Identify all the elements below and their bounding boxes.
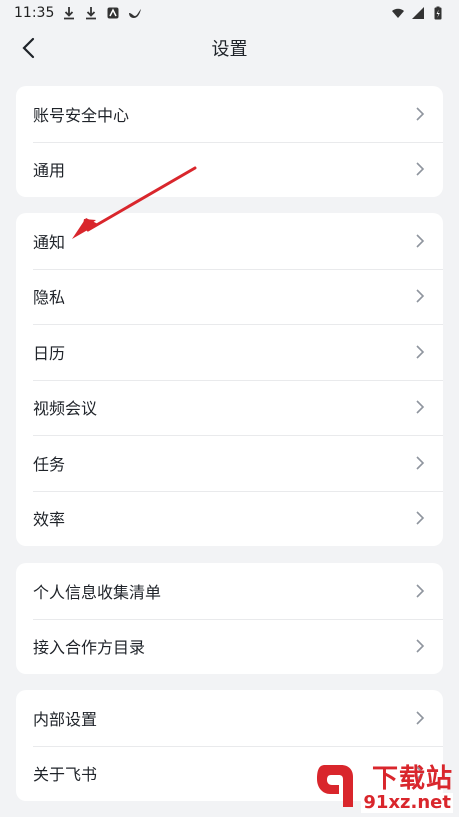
chevron-right-icon xyxy=(416,456,425,470)
settings-group-account: 账号安全中心 通用 xyxy=(16,86,443,197)
settings-group-features: 通知 隐私 日历 视频会议 任务 效率 xyxy=(16,213,443,546)
settings-item-label: 通用 xyxy=(33,161,66,181)
settings-item-label: 任务 xyxy=(33,454,66,474)
chevron-right-icon xyxy=(416,400,425,414)
settings-item-partner-directory[interactable]: 接入合作方目录 xyxy=(16,618,443,675)
settings-item-internal-settings[interactable]: 内部设置 xyxy=(16,690,443,746)
settings-item-account-security[interactable]: 账号安全中心 xyxy=(16,86,443,142)
settings-item-general[interactable]: 通用 xyxy=(16,141,443,198)
app-notification-icon xyxy=(107,7,119,19)
watermark-brand: 下载站 xyxy=(371,764,453,794)
settings-item-label: 效率 xyxy=(33,510,66,530)
status-bar: 11:35 xyxy=(0,0,459,26)
cellular-signal-icon xyxy=(412,7,424,19)
nav-bar: 设置 xyxy=(0,26,459,70)
settings-item-label: 日历 xyxy=(33,343,66,363)
download-icon xyxy=(64,7,75,20)
status-time: 11:35 xyxy=(14,5,55,21)
battery-icon xyxy=(434,6,442,20)
settings-item-tasks[interactable]: 任务 xyxy=(16,435,443,491)
chevron-right-icon xyxy=(416,511,425,525)
settings-item-label: 内部设置 xyxy=(33,709,98,729)
settings-item-label: 关于飞书 xyxy=(33,765,98,785)
download-icon xyxy=(86,7,97,20)
chevron-right-icon xyxy=(416,584,425,598)
chevron-right-icon xyxy=(416,639,425,653)
watermark: 下载站 91xz.net xyxy=(309,757,459,817)
chevron-right-icon xyxy=(416,234,425,248)
settings-item-label: 视频会议 xyxy=(33,399,98,419)
chevron-right-icon xyxy=(416,162,425,176)
chevron-right-icon xyxy=(416,289,425,303)
settings-item-efficiency[interactable]: 效率 xyxy=(16,490,443,547)
settings-item-privacy[interactable]: 隐私 xyxy=(16,268,443,325)
settings-item-notifications[interactable]: 通知 xyxy=(16,213,443,269)
wifi-icon xyxy=(392,8,404,18)
watermark-logo-icon xyxy=(317,765,354,807)
settings-item-label: 个人信息收集清单 xyxy=(33,582,162,602)
page-title: 设置 xyxy=(211,39,248,60)
settings-item-label: 账号安全中心 xyxy=(33,105,130,125)
chevron-right-icon xyxy=(416,711,425,725)
settings-group-privacy-docs: 个人信息收集清单 接入合作方目录 xyxy=(16,563,443,674)
settings-item-label: 通知 xyxy=(33,232,66,252)
chevron-left-icon xyxy=(22,37,35,59)
chevron-right-icon xyxy=(416,107,425,121)
settings-item-calendar[interactable]: 日历 xyxy=(16,324,443,380)
settings-item-label: 隐私 xyxy=(33,288,66,308)
settings-item-label: 接入合作方目录 xyxy=(33,638,146,658)
settings-item-personal-info-list[interactable]: 个人信息收集清单 xyxy=(16,563,443,619)
settings-item-video-meeting[interactable]: 视频会议 xyxy=(16,379,443,436)
bird-notification-icon xyxy=(129,9,142,18)
watermark-domain: 91xz.net xyxy=(361,792,453,813)
back-button[interactable] xyxy=(14,34,42,62)
chevron-right-icon xyxy=(416,345,425,359)
